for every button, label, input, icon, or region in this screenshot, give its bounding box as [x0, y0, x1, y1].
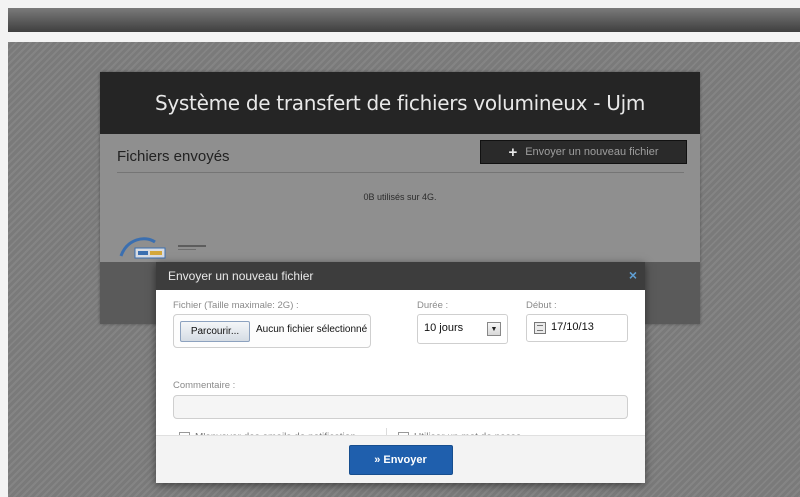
duration-select[interactable]: 10 jours ▼: [417, 314, 508, 344]
upload-new-file-label: Envoyer un nouveau fichier: [525, 146, 659, 158]
start-date-field[interactable]: 17/10/13: [526, 314, 628, 342]
start-date-value: 17/10/13: [551, 321, 594, 333]
file-label: Fichier (Taille maximale: 2G) :: [173, 300, 299, 311]
modal-footer: » Envoyer: [156, 435, 645, 483]
modal-title: Envoyer un nouveau fichier: [168, 269, 314, 283]
calendar-icon: [534, 322, 546, 334]
chevron-down-icon: ▼: [487, 322, 501, 336]
modal-body: Fichier (Taille maximale: 2G) : Parcouri…: [156, 290, 645, 446]
app-header: Système de transfert de fichiers volumin…: [100, 72, 700, 134]
close-icon[interactable]: ×: [629, 268, 637, 282]
storage-usage-text: 0B utilisés sur 4G.: [363, 192, 437, 202]
files-title: Fichiers envoyés: [117, 148, 230, 165]
top-bar: [8, 8, 800, 32]
send-button[interactable]: » Envoyer: [348, 444, 453, 475]
app-title: Système de transfert de fichiers volumin…: [154, 91, 646, 115]
file-status: Aucun fichier sélectionné: [256, 324, 368, 335]
modal-header: Envoyer un nouveau fichier ×: [156, 262, 645, 290]
upload-modal: Envoyer un nouveau fichier × Fichier (Ta…: [156, 262, 645, 483]
file-input[interactable]: Parcourir... Aucun fichier sélectionné: [173, 314, 371, 348]
partner-logo: [178, 245, 206, 250]
divider: [117, 172, 684, 173]
upload-new-file-button[interactable]: + Envoyer un nouveau fichier: [480, 140, 687, 164]
comment-label: Commentaire :: [173, 380, 236, 391]
start-label: Début :: [526, 300, 557, 311]
browse-button[interactable]: Parcourir...: [180, 321, 250, 342]
duration-label: Durée :: [417, 300, 449, 311]
plus-icon: +: [508, 143, 518, 161]
university-logo: [119, 237, 166, 259]
duration-value: 10 jours: [424, 322, 464, 334]
comment-input[interactable]: [173, 395, 628, 419]
